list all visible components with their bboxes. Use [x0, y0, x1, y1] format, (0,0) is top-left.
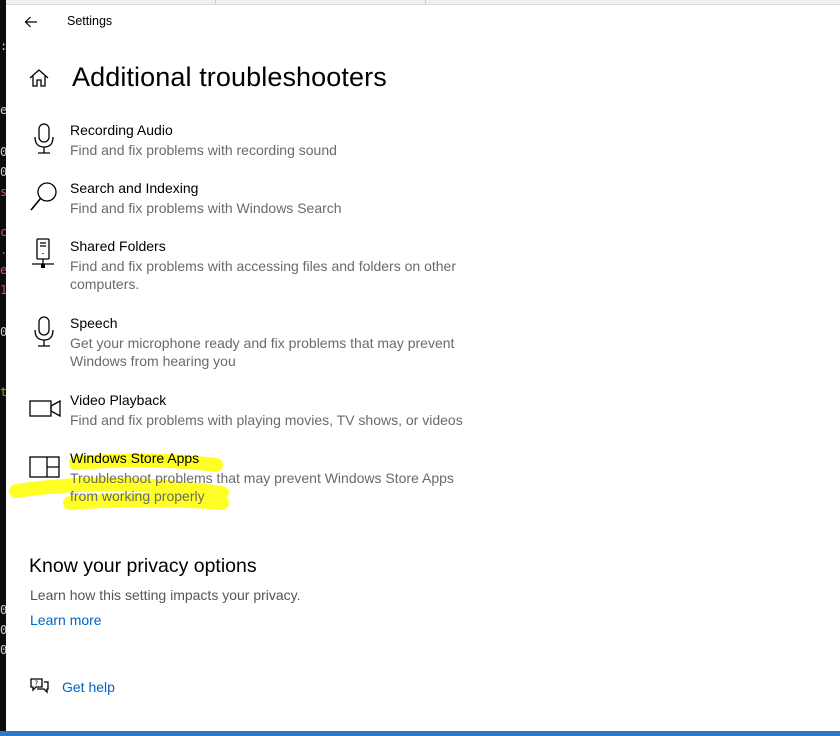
- home-icon[interactable]: [28, 67, 50, 89]
- troubleshooter-description: Find and fix problems with playing movie…: [70, 412, 463, 428]
- title-bar: Settings: [6, 5, 840, 37]
- troubleshooter-search-indexing[interactable]: Search and Indexing Find and fix problem…: [28, 180, 498, 224]
- privacy-section-title: Know your privacy options: [29, 555, 257, 577]
- get-help-link[interactable]: Get help: [62, 679, 115, 695]
- page-title: Additional troubleshooters: [72, 62, 387, 92]
- network-share-icon: [32, 238, 54, 268]
- troubleshooter-name: Search and Indexing: [70, 180, 199, 196]
- privacy-description: Learn how this setting impacts your priv…: [30, 587, 301, 603]
- search-icon: [30, 182, 57, 211]
- video-camera-icon: [29, 399, 61, 418]
- troubleshooter-description: Find and fix problems with accessing fil…: [70, 258, 456, 292]
- svg-text:?: ?: [35, 680, 39, 688]
- troubleshooter-windows-store-apps[interactable]: Windows Store Apps Troubleshoot problems…: [28, 450, 498, 512]
- microphone-icon: [34, 123, 54, 154]
- window-title: Settings: [67, 14, 113, 28]
- troubleshooter-description: Troubleshoot problems that may prevent W…: [70, 470, 454, 504]
- troubleshooter-description: Find and fix problems with Windows Searc…: [70, 200, 342, 216]
- window-accent-border: [0, 731, 840, 736]
- microphone-icon: [34, 316, 54, 347]
- get-help-icon[interactable]: ?: [28, 675, 50, 697]
- troubleshooter-speech[interactable]: Speech Get your microphone ready and fix…: [28, 315, 498, 377]
- store-apps-icon: [29, 456, 60, 478]
- troubleshooter-video-playback[interactable]: Video Playback Find and fix problems wit…: [28, 392, 498, 436]
- arrow-left-icon: [24, 16, 37, 28]
- settings-window: Settings Additional troubleshooters Reco…: [6, 5, 840, 731]
- troubleshooter-recording-audio[interactable]: Recording Audio Find and fix problems wi…: [28, 122, 498, 166]
- troubleshooter-name: Recording Audio: [70, 122, 173, 138]
- troubleshooter-name: Video Playback: [70, 392, 167, 408]
- troubleshooter-name: Speech: [70, 315, 118, 331]
- troubleshooter-shared-folders[interactable]: Shared Folders Find and fix problems wit…: [28, 238, 498, 300]
- learn-more-link[interactable]: Learn more: [30, 612, 102, 628]
- back-button[interactable]: [18, 9, 44, 35]
- troubleshooter-description: Find and fix problems with recording sou…: [70, 142, 337, 158]
- troubleshooter-name: Shared Folders: [70, 238, 166, 254]
- troubleshooter-name: Windows Store Apps: [70, 450, 200, 466]
- troubleshooter-description: Get your microphone ready and fix proble…: [70, 335, 455, 369]
